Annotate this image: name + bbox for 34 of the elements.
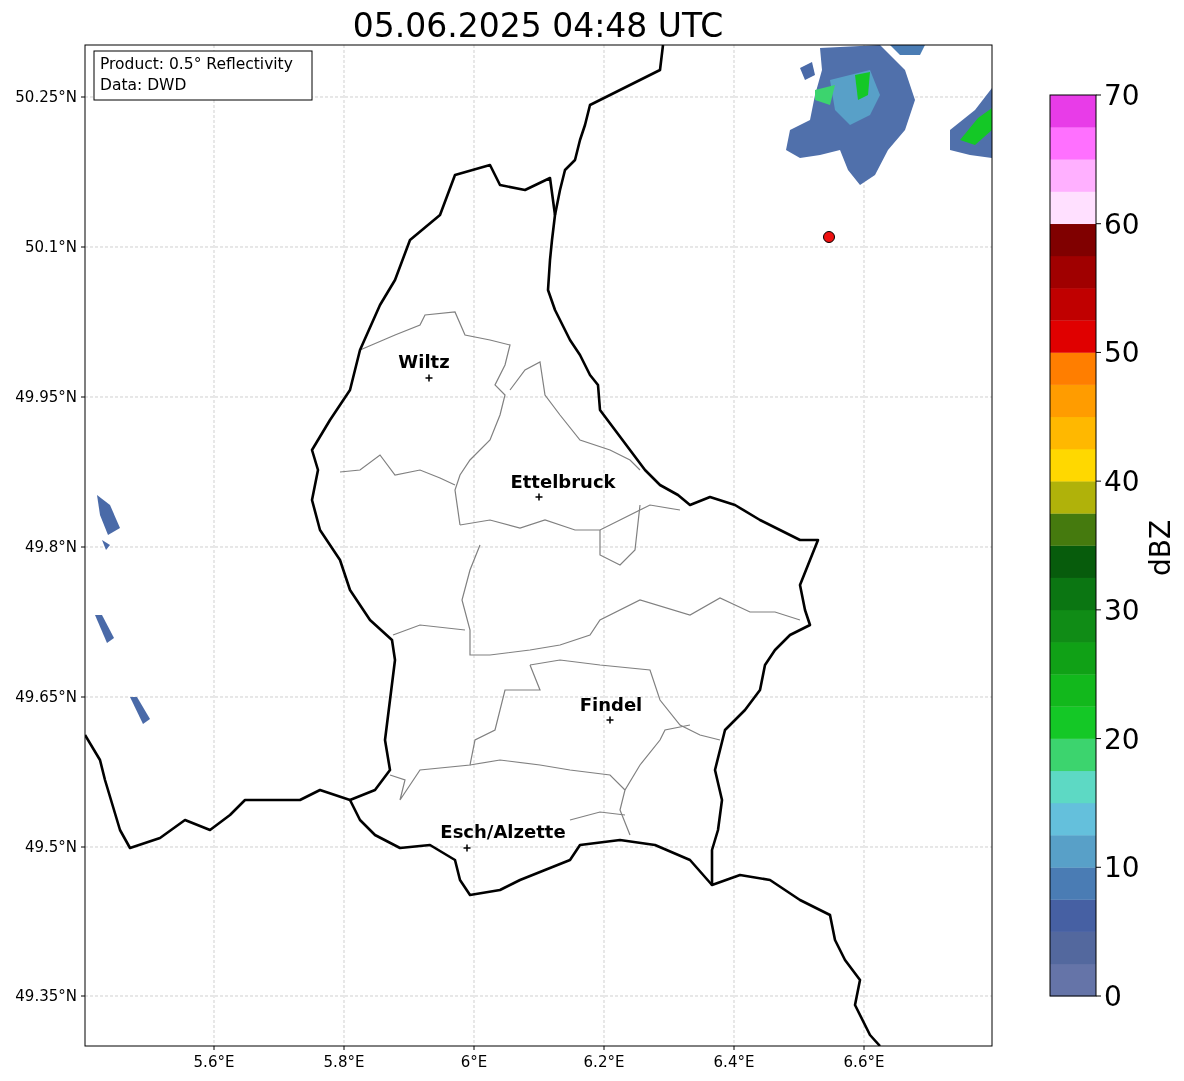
city-label: Ettelbruck bbox=[510, 471, 616, 492]
x-tick-label: 5.6°E bbox=[193, 1053, 235, 1071]
y-tick-label: 50.25°N bbox=[15, 88, 77, 106]
x-tick-label: 6°E bbox=[460, 1053, 488, 1071]
colorbar-label: dBZ bbox=[1144, 519, 1177, 577]
city-label: Findel bbox=[579, 694, 643, 715]
colorbar-tick-label: 60 bbox=[1104, 207, 1140, 241]
info-text: Product: 0.5° Reflectivity bbox=[100, 55, 293, 73]
y-tick-label: 49.8°N bbox=[24, 538, 77, 556]
city-marker-icon bbox=[605, 715, 615, 725]
colorbar-tick-label: 0 bbox=[1104, 980, 1122, 1013]
chart-title: 05.06.2025 04:48 UTC bbox=[352, 6, 724, 45]
x-tick-label: 6.2°E bbox=[583, 1053, 625, 1071]
city-marker-icon bbox=[424, 373, 434, 383]
y-tick-label: 49.65°N bbox=[15, 688, 77, 706]
x-tick-label: 6.4°E bbox=[713, 1053, 755, 1071]
x-tick-label: 6.6°E bbox=[843, 1053, 885, 1071]
city-label: Esch/Alzette bbox=[440, 821, 566, 842]
colorbar-tick-label: 70 bbox=[1104, 79, 1140, 112]
radar-site-marker bbox=[823, 231, 835, 243]
y-tick-label: 49.95°N bbox=[15, 388, 77, 406]
y-tick-label: 50.1°N bbox=[24, 238, 77, 256]
city-marker-icon bbox=[462, 843, 472, 853]
colorbar-tick-label: 30 bbox=[1104, 593, 1140, 627]
colorbar-tick-label: 20 bbox=[1104, 722, 1140, 756]
city-label: Wiltz bbox=[398, 351, 450, 372]
x-tick-label: 5.8°E bbox=[323, 1053, 365, 1071]
y-tick-label: 49.35°N bbox=[15, 987, 77, 1005]
info-text: Data: DWD bbox=[100, 76, 187, 94]
city-marker-icon bbox=[534, 492, 544, 502]
colorbar-tick-label: 10 bbox=[1104, 851, 1140, 885]
colorbar-tick-label: 50 bbox=[1104, 336, 1140, 370]
colorbar-tick-label: 40 bbox=[1104, 465, 1140, 499]
y-tick-label: 49.5°N bbox=[24, 838, 77, 856]
